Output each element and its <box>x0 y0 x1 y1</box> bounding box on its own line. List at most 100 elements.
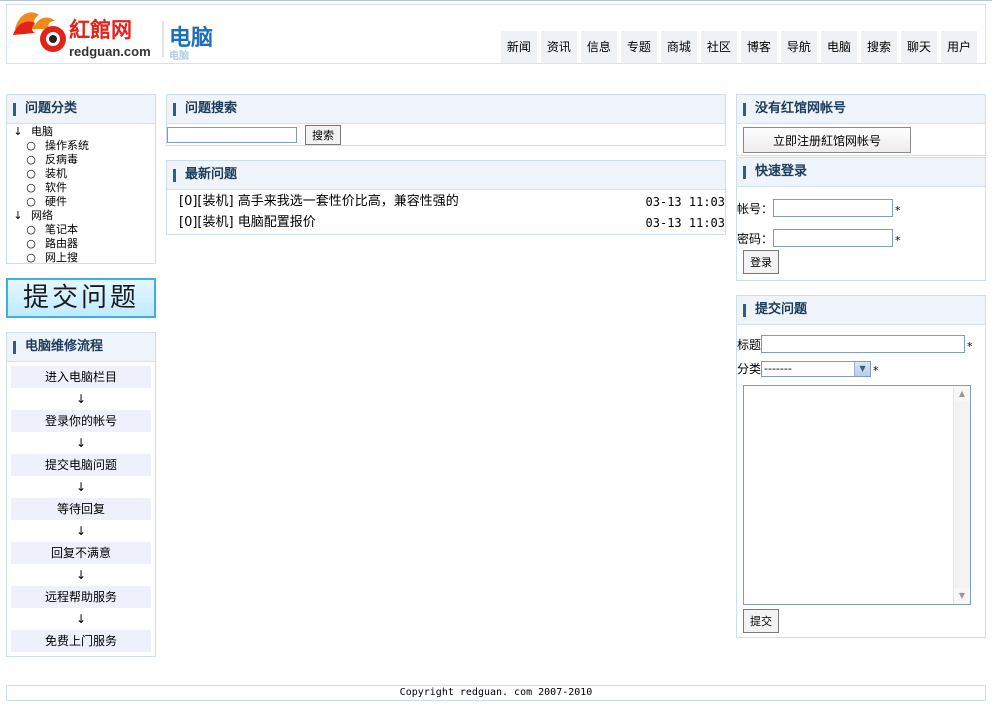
category-item[interactable]: ○ 笔记本 <box>11 223 151 237</box>
nav-item[interactable]: 电脑 <box>820 31 857 63</box>
circle-bullet-icon: ○ <box>26 181 36 194</box>
circle-bullet-icon: ○ <box>26 223 36 236</box>
circle-bullet-icon: ○ <box>26 139 36 152</box>
account-input[interactable] <box>773 199 894 217</box>
password-row: 密码： * <box>737 217 985 247</box>
password-input[interactable] <box>773 229 894 247</box>
category-group[interactable]: ↓ 网络 <box>11 209 151 223</box>
ask-title-input[interactable] <box>761 335 966 353</box>
circle-bullet-icon: ○ <box>26 167 36 180</box>
submit-question-banner[interactable]: 提交问题 <box>6 278 156 318</box>
flow-step: 提交电脑问题 <box>11 454 151 476</box>
search-button[interactable]: 搜索 <box>305 125 341 145</box>
search-input[interactable] <box>167 127 297 143</box>
flow-step: 免费上门服务 <box>11 630 151 652</box>
circle-bullet-icon: ○ <box>26 237 36 250</box>
nav-item[interactable]: 新闻 <box>500 31 537 63</box>
category-tree: ↓ 电脑 ○ 操作系统 ○ 反病毒 ○ 装机 ○ 软件 ○ 硬件 ↓ 网络 ○ 笔记本 ○ 路由器 ○ 网上搜 <box>7 124 155 265</box>
category-item-label: 网上搜 <box>45 251 78 264</box>
nav-item[interactable]: 博客 <box>740 31 777 63</box>
svg-text:电脑: 电脑 <box>169 49 189 62</box>
required-mark: * <box>895 234 901 247</box>
top-nav: 新闻 资讯 信息 专题 商城 社区 博客 导航 电脑 搜索 聊天 用户 <box>500 31 977 63</box>
category-group-label: 电脑 <box>31 125 53 138</box>
circle-bullet-icon: ○ <box>26 195 36 208</box>
chevron-down-icon[interactable]: ▼ <box>854 362 871 376</box>
ask-title-label: 标题 <box>737 338 762 352</box>
search-panel-title: 问题搜索 <box>167 95 725 124</box>
category-group[interactable]: ↓ 电脑 <box>11 125 151 139</box>
nav-item[interactable]: 信息 <box>580 31 617 63</box>
svg-text:redguan.com: redguan.com <box>69 44 151 59</box>
login-button[interactable]: 登录 <box>743 250 779 274</box>
arrow-down-icon: ↓ <box>75 568 87 582</box>
arrow-down-icon: ↓ <box>75 436 87 450</box>
repair-flow-title: 电脑维修流程 <box>7 333 155 362</box>
arrow-down-icon: ↓ <box>75 612 87 626</box>
arrow-down-icon: ↓ <box>13 209 23 222</box>
ask-title-row: 标题 * <box>737 325 985 353</box>
question-time: 03-13 11:03 <box>645 195 725 209</box>
nav-item[interactable]: 专题 <box>620 31 657 63</box>
account-label: 帐号： <box>737 202 774 216</box>
category-item-label: 反病毒 <box>45 153 78 166</box>
search-panel: 问题搜索 搜索 <box>166 94 726 146</box>
flow-step: 回复不满意 <box>11 542 151 564</box>
flow-step: 登录你的帐号 <box>11 410 151 432</box>
latest-questions-list: [0][装机] 高手来我选一套性价比高，兼容性强的 03-13 11:03 [0][… <box>167 190 725 234</box>
arrow-down-icon: ↓ <box>13 125 23 138</box>
arrow-down-icon: ↓ <box>75 392 87 406</box>
ask-panel-title: 提交问题 <box>737 296 985 325</box>
site-header: 紅館网 redguan.com 电脑 电脑 新闻 资讯 信息 专题 商城 社区 博客 导航 电脑… <box>6 4 986 64</box>
category-item[interactable]: ○ 路由器 <box>11 237 151 251</box>
question-link[interactable]: [0][装机] 电脑配置报价 <box>179 213 316 234</box>
circle-bullet-icon: ○ <box>26 251 36 264</box>
register-button[interactable]: 立即注册紅馆网帐号 <box>743 127 911 153</box>
question-row: [0][装机] 高手来我选一套性价比高，兼容性强的 03-13 11:03 <box>179 192 725 213</box>
ask-panel: 提交问题 标题 * 分类 ------- ▼ * ▲ ▼ 提交 <box>736 295 986 638</box>
footer-copyright: Copyright redguan. com 2007-2010 <box>6 685 986 701</box>
category-item[interactable]: ○ 反病毒 <box>11 153 151 167</box>
nav-item[interactable]: 导航 <box>780 31 817 63</box>
flow-step: 进入电脑栏目 <box>11 366 151 388</box>
site-logo[interactable]: 紅館网 redguan.com 电脑 电脑 <box>9 7 221 63</box>
category-item[interactable]: ○ 操作系统 <box>11 139 151 153</box>
repair-flow-panel: 电脑维修流程 进入电脑栏目 ↓ 登录你的帐号 ↓ 提交电脑问题 ↓ 等待回复 ↓ 回复不满意 ↓ 远… <box>6 332 156 657</box>
flame-eye-icon <box>13 12 66 52</box>
scroll-down-icon[interactable]: ▼ <box>954 588 970 604</box>
nav-item[interactable]: 资讯 <box>540 31 577 63</box>
arrow-down-icon: ↓ <box>75 524 87 538</box>
category-panel-title: 问题分类 <box>7 95 155 124</box>
category-item-label: 操作系统 <box>45 139 89 152</box>
flow-step: 等待回复 <box>11 498 151 520</box>
ask-submit-button[interactable]: 提交 <box>743 609 779 633</box>
ask-category-value: ------- <box>764 362 792 375</box>
nav-item[interactable]: 聊天 <box>900 31 937 63</box>
search-row: 搜索 <box>167 124 725 145</box>
register-panel-title: 没有红馆网帐号 <box>737 95 985 124</box>
scroll-up-icon[interactable]: ▲ <box>954 386 970 402</box>
svg-text:电脑: 电脑 <box>169 25 213 51</box>
ask-category-select[interactable]: ------- ▼ <box>761 361 872 377</box>
latest-questions-title: 最新问题 <box>167 161 725 190</box>
category-group-label: 网络 <box>31 209 53 222</box>
svg-text:紅館网: 紅館网 <box>69 18 132 42</box>
nav-item[interactable]: 搜索 <box>860 31 897 63</box>
question-link[interactable]: [0][装机] 高手来我选一套性价比高，兼容性强的 <box>179 192 459 213</box>
register-panel: 没有红馆网帐号 立即注册紅馆网帐号 <box>736 94 986 156</box>
nav-item[interactable]: 用户 <box>940 31 977 63</box>
category-panel: 问题分类 ↓ 电脑 ○ 操作系统 ○ 反病毒 ○ 装机 ○ 软件 ○ 硬件 ↓ 网络 ○ 笔记本 ○ 路由器 ○ 网上… <box>6 94 156 264</box>
category-item[interactable]: ○ 硬件 <box>11 195 151 209</box>
nav-item[interactable]: 社区 <box>700 31 737 63</box>
arrow-down-icon: ↓ <box>75 480 87 494</box>
required-mark: * <box>873 364 879 377</box>
nav-item[interactable]: 商城 <box>660 31 697 63</box>
flow-step: 远程帮助服务 <box>11 586 151 608</box>
category-item[interactable]: ○ 装机 <box>11 167 151 181</box>
category-item-label: 路由器 <box>45 237 78 250</box>
top-border-line <box>0 0 992 1</box>
category-item[interactable]: ○ 网上搜 <box>11 251 151 265</box>
textarea-scrollbar[interactable]: ▲ ▼ <box>953 386 970 604</box>
category-item[interactable]: ○ 软件 <box>11 181 151 195</box>
ask-content-textarea[interactable]: ▲ ▼ <box>743 385 971 605</box>
